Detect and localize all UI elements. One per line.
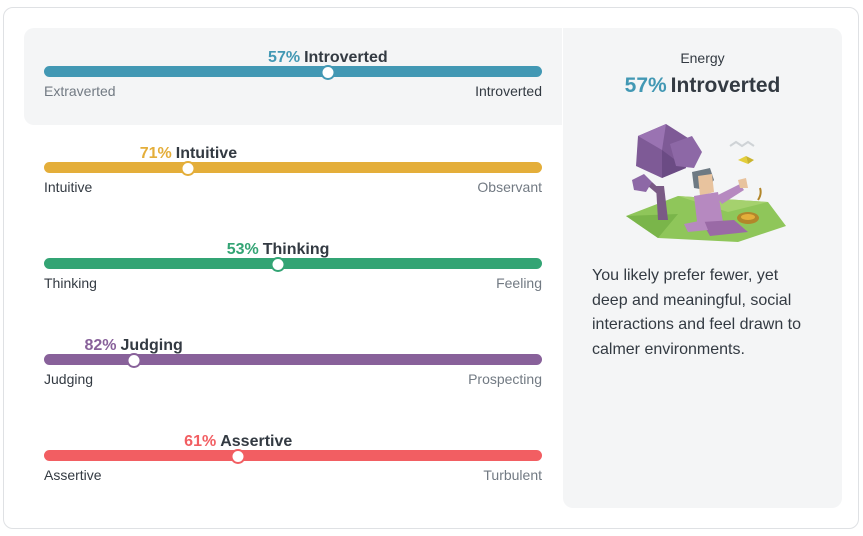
trait-name: Judging	[120, 337, 183, 354]
trait-percent: 53%	[226, 241, 259, 258]
detail-category-label: Energy	[680, 50, 725, 66]
trait-bar	[44, 354, 542, 365]
trait-name: Assertive	[220, 433, 293, 450]
trait-name: Introverted	[304, 49, 388, 66]
trait-bar	[44, 258, 542, 269]
trait-percent: 57%	[268, 49, 301, 66]
trait-knob[interactable]	[230, 449, 246, 464]
trait-name: Intuitive	[175, 145, 238, 162]
trait-right-label: Prospecting	[468, 371, 542, 387]
trait-percent: 71%	[139, 145, 172, 162]
trait-left-label: Judging	[44, 371, 94, 387]
trait-mind[interactable]: 71% Intuitive Intuitive Observant	[44, 144, 542, 218]
trait-identity[interactable]: 61% Assertive Assertive Turbulent	[44, 432, 542, 506]
trait-left-label: Extraverted	[44, 83, 116, 99]
detail-title: 57% Introverted	[563, 74, 842, 98]
trait-name: Thinking	[262, 241, 330, 258]
trait-percent: 61%	[184, 433, 217, 450]
trait-knob[interactable]	[270, 257, 286, 272]
introvert-illustration-icon	[618, 116, 793, 246]
traits-column: 57% Introverted Extraverted Introverted 7…	[24, 28, 562, 510]
detail-trait-name: Introverted	[670, 74, 781, 97]
trait-left-label: Assertive	[44, 467, 102, 483]
trait-knob[interactable]	[126, 353, 142, 368]
trait-knob[interactable]	[180, 161, 196, 176]
trait-bar	[44, 450, 542, 461]
detail-description: You likely prefer fewer, yet deep and me…	[592, 267, 802, 358]
detail-percent: 57%	[624, 74, 667, 97]
trait-energy[interactable]: 57% Introverted Extraverted Introverted	[44, 48, 542, 122]
trait-bar	[44, 66, 542, 77]
trait-nature[interactable]: 53% Thinking Thinking Feeling	[44, 240, 542, 314]
trait-right-label: Feeling	[496, 275, 542, 291]
trait-detail-panel: Energy 57% Introverted You likely prefer…	[563, 28, 842, 508]
trait-bar	[44, 162, 542, 173]
trait-knob[interactable]	[320, 65, 336, 80]
trait-left-label: Thinking	[44, 275, 97, 291]
trait-left-label: Intuitive	[44, 179, 93, 195]
trait-percent: 82%	[84, 337, 117, 354]
trait-right-label: Turbulent	[483, 467, 542, 483]
trait-right-label: Introverted	[475, 83, 542, 99]
trait-tactics[interactable]: 82% Judging Judging Prospecting	[44, 336, 542, 410]
trait-right-label: Observant	[477, 179, 542, 195]
